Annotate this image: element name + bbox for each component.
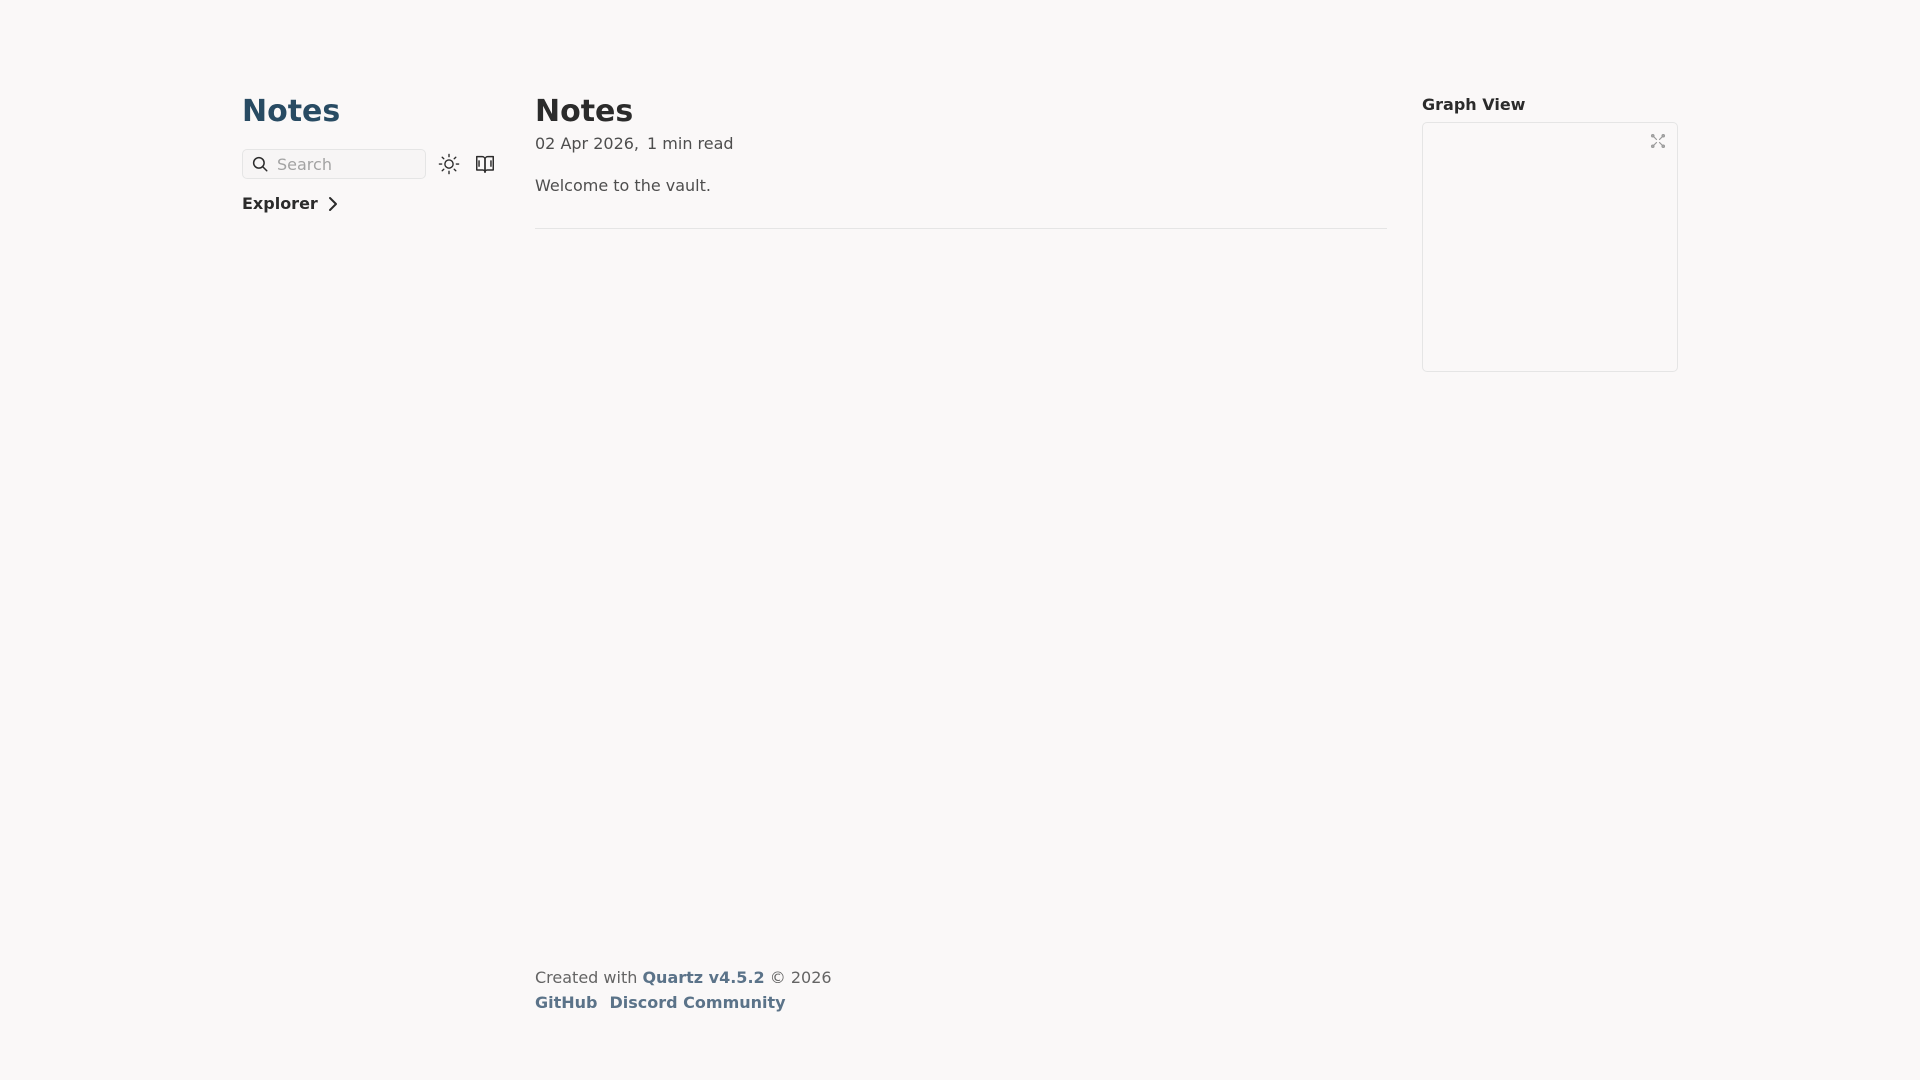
search-icon bbox=[251, 155, 269, 173]
search-input[interactable]: Search bbox=[242, 149, 426, 179]
search-placeholder: Search bbox=[277, 154, 332, 174]
footer-created-prefix: Created with bbox=[535, 968, 638, 987]
article-date: 02 Apr 2026, bbox=[535, 134, 640, 153]
reading-time: 1 min read bbox=[647, 134, 734, 153]
github-link[interactable]: GitHub bbox=[535, 993, 598, 1012]
theme-toggle-button[interactable] bbox=[436, 151, 462, 177]
explorer-toggle[interactable]: Explorer bbox=[242, 194, 512, 213]
reader-mode-button[interactable] bbox=[472, 151, 498, 177]
footer-links: GitHub Discord Community bbox=[535, 990, 832, 1015]
sidebar-tools: Search bbox=[242, 148, 512, 180]
right-sidebar: Graph View bbox=[1422, 94, 1678, 372]
expand-graph-icon[interactable] bbox=[1649, 132, 1667, 150]
left-sidebar: Notes Search Explorer bbox=[242, 92, 512, 213]
chevron-right-icon bbox=[326, 196, 340, 212]
article-meta: 02 Apr 2026, 1 min read bbox=[535, 132, 1387, 156]
graph-view-title: Graph View bbox=[1422, 95, 1526, 114]
discord-link[interactable]: Discord Community bbox=[610, 993, 786, 1012]
article-body: Welcome to the vault. bbox=[535, 176, 711, 195]
article-title: Notes bbox=[535, 94, 634, 129]
content-divider bbox=[535, 228, 1387, 229]
book-icon bbox=[474, 153, 496, 175]
graph-view-canvas[interactable] bbox=[1422, 122, 1678, 372]
footer-credit: Created with Quartz v4.5.2 © 2026 bbox=[535, 965, 832, 990]
quartz-link[interactable]: Quartz v4.5.2 bbox=[642, 968, 764, 987]
explorer-label: Explorer bbox=[242, 194, 318, 213]
footer: Created with Quartz v4.5.2 © 2026 GitHub… bbox=[535, 965, 832, 1015]
main-content: Notes 02 Apr 2026, 1 min read Welcome to … bbox=[535, 92, 1387, 237]
page: Notes Search Explorer Notes 02 Apr 2026,… bbox=[0, 0, 1920, 1080]
site-title[interactable]: Notes bbox=[242, 92, 512, 132]
footer-copyright: © 2026 bbox=[769, 968, 832, 987]
sun-icon bbox=[438, 153, 460, 175]
